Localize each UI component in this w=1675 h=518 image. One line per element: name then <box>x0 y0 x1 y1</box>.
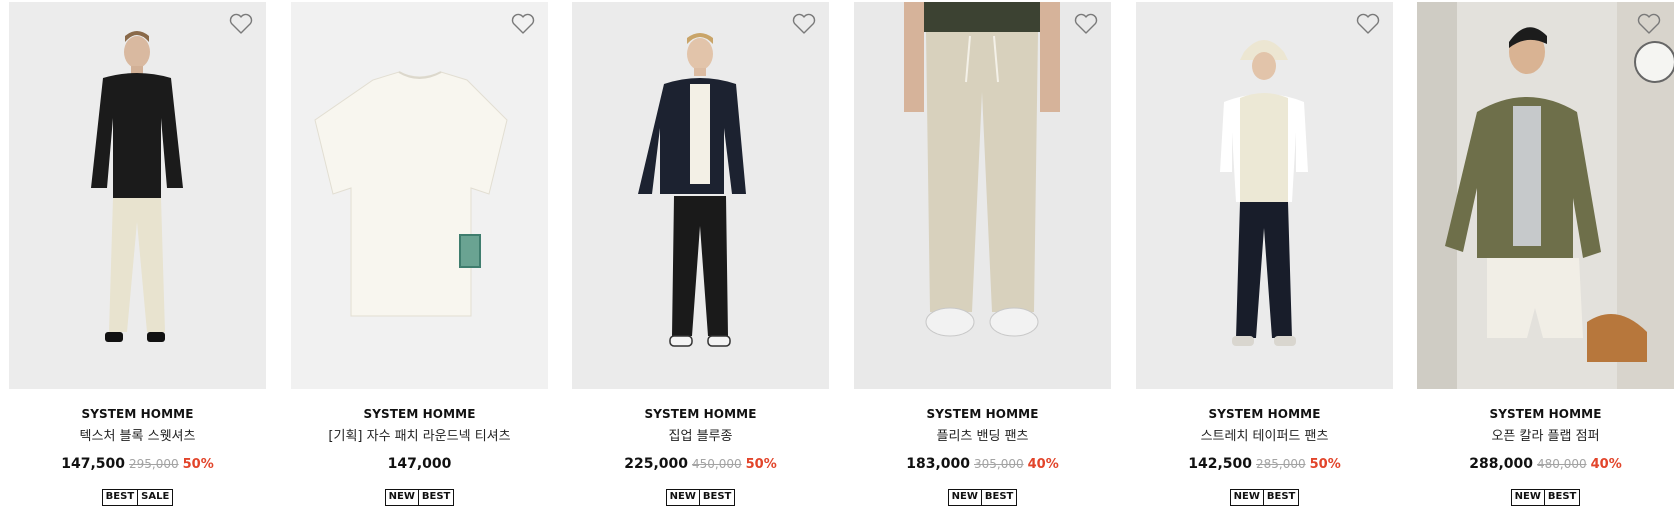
product-info: SYSTEM HOMME 스트레치 테이퍼드 팬츠 142,500 285,000… <box>1136 407 1393 506</box>
sale-price: 142,500 <box>1188 456 1252 472</box>
brand-name: SYSTEM HOMME <box>81 407 194 421</box>
product-card[interactable]: SYSTEM HOMME 집업 블루종 225,000 450,000 50% NE… <box>572 2 829 518</box>
sale-price: 147,000 <box>387 456 452 472</box>
badge-group: NEW BEST <box>665 489 736 506</box>
product-name[interactable]: 집업 블루종 <box>572 428 829 445</box>
original-price: 305,000 <box>974 457 1024 471</box>
wishlist-heart-icon[interactable] <box>228 12 254 36</box>
sale-price: 225,000 <box>624 456 688 472</box>
product-info: SYSTEM HOMME 플리츠 밴딩 팬츠 183,000 305,000 40%… <box>854 407 1111 506</box>
product-image[interactable] <box>9 2 266 389</box>
sale-price: 183,000 <box>906 456 970 472</box>
brand-name: SYSTEM HOMME <box>926 407 1039 421</box>
badge-sale: SALE <box>137 490 172 505</box>
discount-rate: 50% <box>182 457 214 472</box>
sale-price: 147,500 <box>61 456 125 472</box>
badge-best: BEST <box>105 491 135 502</box>
original-price: 285,000 <box>1256 457 1306 471</box>
product-name[interactable]: [기획] 자수 패치 라운드넥 티셔츠 <box>291 428 548 445</box>
brand-name: SYSTEM HOMME <box>1208 407 1321 421</box>
price-row: 147,000 <box>291 455 548 473</box>
product-name[interactable]: 스트레치 테이퍼드 팬츠 <box>1136 428 1393 445</box>
sale-price: 288,000 <box>1469 456 1533 472</box>
badge-best: BEST <box>417 490 453 505</box>
product-image[interactable] <box>1136 2 1393 389</box>
brand-name: SYSTEM HOMME <box>1489 407 1602 421</box>
product-name[interactable]: 텍스처 블록 스웻셔츠 <box>9 428 266 445</box>
product-info: SYSTEM HOMME 집업 블루종 225,000 450,000 50% NE… <box>572 407 829 506</box>
product-name[interactable]: 오픈 칼라 플랩 점퍼 <box>1417 428 1674 445</box>
wishlist-heart-icon[interactable] <box>1355 12 1381 36</box>
wishlist-heart-icon[interactable] <box>1636 12 1662 36</box>
product-image[interactable] <box>854 2 1111 389</box>
wishlist-heart-icon[interactable] <box>1073 12 1099 36</box>
badge-new: NEW <box>388 491 415 502</box>
product-image[interactable] <box>1417 2 1674 389</box>
discount-rate: 40% <box>1590 457 1622 472</box>
product-card[interactable]: SYSTEM HOMME 텍스처 블록 스웻셔츠 147,500 295,000 5… <box>9 2 266 518</box>
product-card[interactable]: SYSTEM HOMME [기획] 자수 패치 라운드넥 티셔츠 147,000… <box>291 2 548 518</box>
original-price: 450,000 <box>692 457 742 471</box>
badge-new: NEW <box>951 491 978 502</box>
product-card[interactable]: SYSTEM HOMME 스트레치 테이퍼드 팬츠 142,500 285,000… <box>1136 2 1393 518</box>
badge-best: BEST <box>980 490 1016 505</box>
brand-name: SYSTEM HOMME <box>363 407 476 421</box>
badge-best: BEST <box>698 490 734 505</box>
badge-best: BEST <box>1543 490 1579 505</box>
badge-new: NEW <box>1514 491 1541 502</box>
wishlist-heart-icon[interactable] <box>510 12 536 36</box>
brand-name: SYSTEM HOMME <box>644 407 757 421</box>
wishlist-heart-icon[interactable] <box>791 12 817 36</box>
product-card[interactable]: SYSTEM HOMME 오픈 칼라 플랩 점퍼 288,000 480,000 4… <box>1417 2 1674 518</box>
price-row: 183,000 305,000 40% <box>854 455 1111 473</box>
badge-group: NEW BEST <box>384 489 455 506</box>
badge-best: BEST <box>1262 490 1298 505</box>
product-image[interactable] <box>291 2 548 389</box>
product-grid: SYSTEM HOMME 텍스처 블록 스웻셔츠 147,500 295,000 5… <box>0 0 1675 518</box>
discount-rate: 50% <box>1309 457 1341 472</box>
badge-group: NEW BEST <box>1229 489 1300 506</box>
badge-group: NEW BEST <box>1510 489 1581 506</box>
product-info: SYSTEM HOMME 오픈 칼라 플랩 점퍼 288,000 480,000 4… <box>1417 407 1674 506</box>
product-info: SYSTEM HOMME 텍스처 블록 스웻셔츠 147,500 295,000 5… <box>9 407 266 506</box>
original-price: 295,000 <box>129 457 179 471</box>
original-price: 480,000 <box>1537 457 1587 471</box>
badge-new: NEW <box>669 491 696 502</box>
price-row: 225,000 450,000 50% <box>572 455 829 473</box>
badge-group: NEW BEST <box>947 489 1018 506</box>
price-row: 288,000 480,000 40% <box>1417 455 1674 473</box>
badge-new: NEW <box>1233 491 1260 502</box>
product-image[interactable] <box>572 2 829 389</box>
discount-rate: 50% <box>745 457 777 472</box>
badge-group: BEST SALE <box>101 489 174 506</box>
product-name[interactable]: 플리츠 밴딩 팬츠 <box>854 428 1111 445</box>
price-row: 142,500 285,000 50% <box>1136 455 1393 473</box>
product-info: SYSTEM HOMME [기획] 자수 패치 라운드넥 티셔츠 147,000… <box>291 407 548 506</box>
product-card[interactable]: SYSTEM HOMME 플리츠 밴딩 팬츠 183,000 305,000 40%… <box>854 2 1111 518</box>
discount-rate: 40% <box>1027 457 1059 472</box>
price-row: 147,500 295,000 50% <box>9 455 266 473</box>
